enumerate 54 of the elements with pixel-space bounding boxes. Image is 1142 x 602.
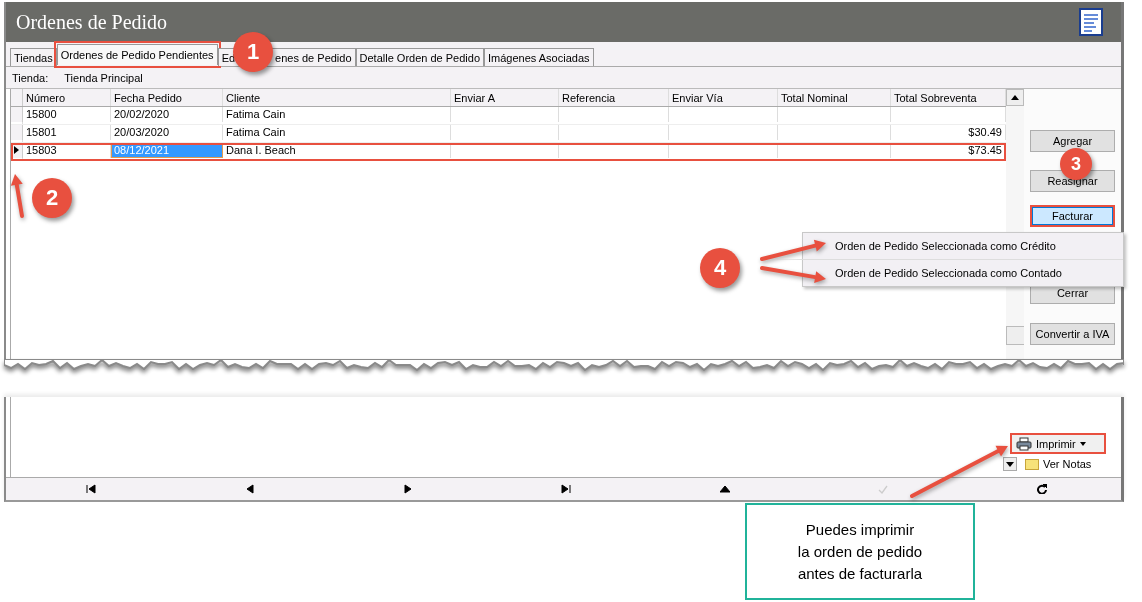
notes-button[interactable]: Ver Notas (1025, 458, 1092, 470)
scroll-down-button[interactable] (1003, 457, 1017, 471)
printer-icon (1016, 436, 1032, 451)
arrow (760, 239, 826, 261)
column-header[interactable]: Total Nominal (778, 89, 891, 106)
table-row[interactable]: 15803 08/12/2021 Dana I. Beach $73.45 (11, 143, 1006, 161)
store-name: Tienda Principal (64, 71, 143, 84)
tab[interactable]: Imágenes Asociadas (484, 48, 594, 66)
table-cell: 20/03/2020 (111, 125, 223, 140)
table-cell: Fatima Cain (223, 125, 451, 140)
side-button[interactable]: Agregar (1030, 130, 1115, 152)
column-header[interactable]: Enviar A (451, 89, 559, 106)
tab[interactable]: Ordenes de Pedido Pendientes (56, 44, 218, 65)
callout-text: Puedes imprimir la orden de pedido antes de facturarla (797, 519, 923, 584)
down-arrow-icon (1006, 461, 1014, 467)
table-cell: 20/02/2020 (111, 107, 223, 122)
table-cell: Fatima Cain (223, 107, 451, 122)
print-button[interactable]: Imprimir (1010, 433, 1106, 454)
column-header[interactable]: Referencia (559, 89, 669, 106)
refresh-icon (1036, 484, 1047, 494)
row-header[interactable] (11, 143, 23, 158)
up-arrow-icon (1011, 95, 1019, 100)
up-triangle-icon (719, 484, 730, 494)
side-button[interactable]: Convertir a IVA (1030, 323, 1115, 345)
table-cell: Dana I. Beach (223, 143, 451, 158)
scroll-up-button[interactable] (1006, 89, 1024, 106)
row-pointer-icon (14, 146, 19, 155)
column-header[interactable]: Número (23, 89, 111, 106)
column-header[interactable]: Fecha Pedido (111, 89, 223, 106)
last-record-icon (561, 484, 572, 494)
checkmark-icon (878, 484, 889, 494)
table-row[interactable]: 15800 20/02/2020 Fatima Cain (11, 107, 1006, 125)
arrow (760, 266, 826, 284)
previous-icon (244, 484, 255, 494)
next-icon (403, 484, 414, 494)
tab[interactable]: Tiendas (10, 48, 57, 66)
side-button[interactable]: Facturar (1030, 205, 1115, 227)
caret-icon (1079, 441, 1086, 446)
arrow (10, 174, 24, 218)
store-label: Tienda: (12, 71, 49, 84)
note-icon (1025, 458, 1039, 470)
nav-button[interactable] (559, 482, 574, 496)
table-row[interactable]: 15801 20/03/2020 Fatima Cain $30.49 (11, 125, 1006, 143)
tab[interactable]: Detalle Orden de Pedido (355, 48, 484, 66)
table-cell: 15801 (23, 125, 111, 140)
column-header[interactable]: Cliente (223, 89, 451, 106)
nav-button[interactable] (84, 482, 99, 496)
window-title: Ordenes de Pedido (16, 10, 168, 34)
table-cell: 15800 (23, 107, 111, 122)
first-record-icon (86, 484, 97, 494)
table-cell: 08/12/2021 (111, 143, 223, 158)
nav-button[interactable] (1034, 482, 1049, 496)
document-icon (1079, 8, 1103, 36)
column-header[interactable]: Enviar Vía (669, 89, 778, 106)
